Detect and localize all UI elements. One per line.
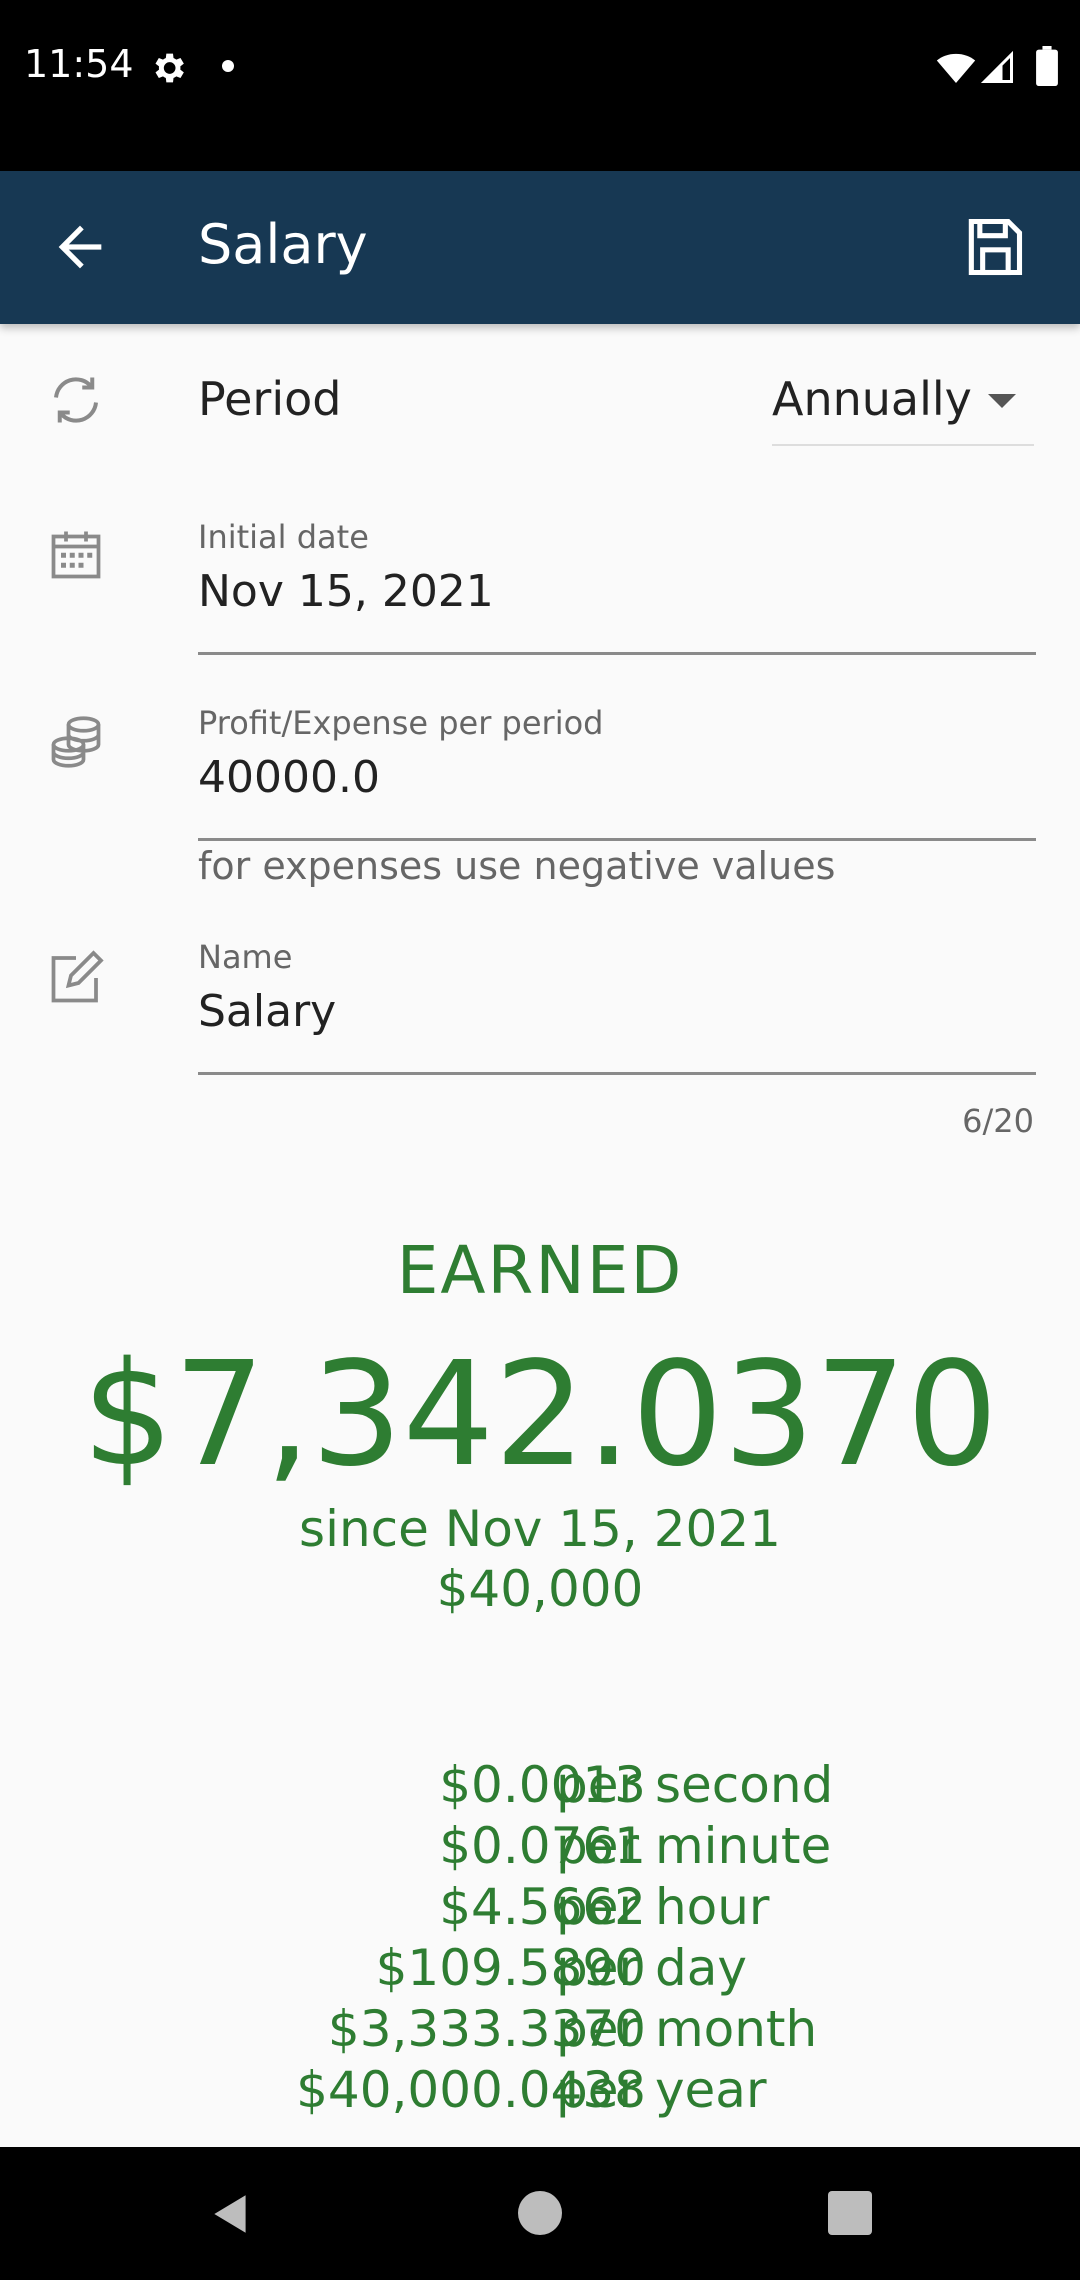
rate-unit: per hour bbox=[556, 1878, 770, 1936]
name-label: Name bbox=[198, 938, 293, 976]
save-icon[interactable] bbox=[960, 213, 1028, 281]
amount-helper-text: for expenses use negative values bbox=[198, 844, 836, 888]
base-amount: $40,000 bbox=[436, 1560, 644, 1618]
notification-dot-icon bbox=[222, 60, 234, 72]
name-value: Salary bbox=[198, 986, 337, 1037]
rate-unit: per second bbox=[556, 1756, 834, 1814]
rate-row: $3,333.3370 per month bbox=[120, 2000, 960, 2061]
earned-title: EARNED bbox=[396, 1232, 684, 1309]
rate-unit: per minute bbox=[556, 1817, 832, 1875]
initial-date-value: Nov 15, 2021 bbox=[198, 566, 494, 617]
amount-value: 40000.0 bbox=[198, 752, 380, 803]
since-date-text: since Nov 15, 2021 bbox=[299, 1500, 781, 1558]
period-label: Period bbox=[198, 372, 342, 426]
rate-row: $0.0013 per second bbox=[120, 1756, 960, 1817]
calendar-icon bbox=[51, 531, 101, 579]
rate-unit: per year bbox=[556, 2061, 767, 2119]
period-dropdown[interactable]: Annually bbox=[772, 366, 1034, 446]
cell-signal-icon bbox=[980, 50, 1013, 83]
initial-date-field[interactable]: Initial date Nov 15, 2021 bbox=[198, 518, 1036, 658]
wifi-icon bbox=[936, 53, 976, 83]
app-bar: Salary bbox=[0, 171, 1080, 324]
rate-row: $0.0761 per minute bbox=[120, 1817, 960, 1878]
system-nav-bar bbox=[0, 2147, 1080, 2280]
edit-icon bbox=[51, 950, 104, 1003]
chevron-down-icon bbox=[988, 394, 1016, 408]
initial-date-label: Initial date bbox=[198, 518, 369, 556]
rate-unit: per month bbox=[556, 2000, 818, 2058]
rate-row: $40,000.0438 per year bbox=[120, 2061, 960, 2122]
coins-icon bbox=[51, 716, 101, 768]
name-underline bbox=[198, 1072, 1036, 1075]
nav-home-icon[interactable] bbox=[518, 2191, 562, 2235]
repeat-icon bbox=[54, 377, 98, 423]
initial-date-underline bbox=[198, 652, 1036, 655]
status-time: 11:54 bbox=[24, 42, 134, 86]
rate-unit: per day bbox=[556, 1939, 747, 1997]
name-char-counter: 6/20 bbox=[962, 1102, 1034, 1140]
status-bar: 11:54 bbox=[0, 0, 1080, 171]
amount-label: Profit/Expense per period bbox=[198, 704, 604, 742]
settings-gear-icon bbox=[155, 53, 184, 83]
back-arrow-icon[interactable] bbox=[48, 215, 112, 279]
battery-icon bbox=[1036, 46, 1058, 86]
period-value: Annually bbox=[772, 372, 972, 426]
rate-row: $109.5890 per day bbox=[120, 1939, 960, 2000]
nav-recents-icon[interactable] bbox=[828, 2191, 872, 2235]
amount-field[interactable]: Profit/Expense per period 40000.0 bbox=[198, 704, 1036, 844]
page-title: Salary bbox=[198, 213, 368, 276]
amount-underline bbox=[198, 838, 1036, 841]
rates-list: $0.0013 per second $0.0761 per minute $4… bbox=[120, 1756, 960, 2122]
nav-back-icon[interactable] bbox=[206, 2189, 256, 2239]
earned-amount: $7,342.0370 bbox=[81, 1330, 999, 1498]
name-field[interactable]: Name Salary bbox=[198, 938, 1036, 1078]
rate-row: $4.5662 per hour bbox=[120, 1878, 960, 1939]
